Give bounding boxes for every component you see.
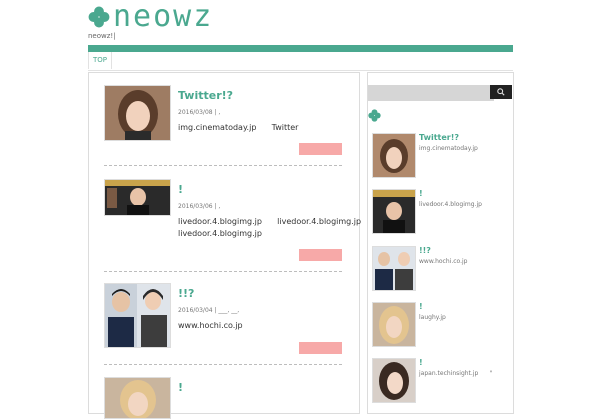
sidebar-heading xyxy=(368,107,381,126)
sidebar-thumbnail[interactable] xyxy=(372,133,416,178)
post-excerpt: img.cinematoday.jp Twitter xyxy=(178,123,299,132)
post-date: 2016/03/08 | , xyxy=(178,109,221,116)
post-title[interactable]: ! xyxy=(178,381,183,394)
post-date: 2016/03/06 | , xyxy=(178,203,221,210)
sidebar-thumbnail[interactable] xyxy=(372,358,416,403)
read-more-button[interactable] xyxy=(299,249,342,261)
post-card: ! 2016/03/06 | , livedoor.4.blogimg.jp l… xyxy=(104,179,361,272)
sidebar-post[interactable]: ! livedoor.4.blogimg.jp xyxy=(372,189,510,234)
sidebar-post[interactable]: ! laughy.jp xyxy=(372,302,510,347)
post-title[interactable]: Twitter!? xyxy=(178,89,233,102)
post-title[interactable]: ! xyxy=(178,183,183,196)
sidebar-thumbnail[interactable] xyxy=(372,189,416,234)
clover-icon xyxy=(368,109,381,122)
post-thumbnail[interactable] xyxy=(104,179,171,216)
read-more-button[interactable] xyxy=(299,342,342,354)
post-excerpt: www.hochi.co.jp xyxy=(178,321,243,330)
post-divider xyxy=(104,165,342,166)
post-card: ! xyxy=(104,377,344,419)
post-divider xyxy=(104,271,342,272)
sidebar-post[interactable]: ! japan.techinsight.jp " xyxy=(372,358,510,403)
post-divider xyxy=(104,364,342,365)
sidebar-post[interactable]: Twitter!? img.cinematoday.jp xyxy=(372,133,510,178)
clover-icon xyxy=(88,6,110,28)
sidebar-thumbnail[interactable] xyxy=(372,246,416,291)
search-form xyxy=(368,85,512,101)
sidebar-post-title[interactable]: ! xyxy=(419,358,423,367)
site-tagline: neowz!| xyxy=(88,32,116,40)
post-date: 2016/03/04 | ___, __, xyxy=(178,307,240,314)
search-icon xyxy=(497,88,505,96)
sidebar-post-source: japan.techinsight.jp " xyxy=(419,370,493,377)
post-card: Twitter!? 2016/03/08 | , img.cinematoday… xyxy=(104,85,344,167)
read-more-button[interactable] xyxy=(299,143,342,155)
sidebar-post-source: img.cinematoday.jp xyxy=(419,145,478,152)
sidebar-post-title[interactable]: Twitter!? xyxy=(419,133,459,142)
tab-top[interactable]: TOP xyxy=(88,52,113,69)
site-title: neowz xyxy=(113,0,214,34)
post-card: !!? 2016/03/04 | ___, __, www.hochi.co.j… xyxy=(104,283,344,373)
sidebar-post-source: laughy.jp xyxy=(419,314,446,321)
header-bar xyxy=(88,45,513,52)
sidebar: Twitter!? img.cinematoday.jp ! livedoor.… xyxy=(367,72,514,414)
post-excerpt: livedoor.4.blogimg.jp xyxy=(178,229,262,238)
sidebar-post-title[interactable]: !!? xyxy=(419,246,431,255)
post-thumbnail[interactable] xyxy=(104,283,171,348)
sidebar-post-source: livedoor.4.blogimg.jp xyxy=(419,201,482,208)
post-title[interactable]: !!? xyxy=(178,287,194,300)
sidebar-post-title[interactable]: ! xyxy=(419,302,423,311)
search-button[interactable] xyxy=(490,85,512,99)
sidebar-thumbnail[interactable] xyxy=(372,302,416,347)
sidebar-post[interactable]: !!? www.hochi.co.jp xyxy=(372,246,510,291)
post-thumbnail[interactable] xyxy=(104,85,171,141)
post-excerpt: livedoor.4.blogimg.jp livedoor.4.blogimg… xyxy=(178,217,362,226)
search-input[interactable] xyxy=(368,85,494,101)
sidebar-post-source: www.hochi.co.jp xyxy=(419,258,468,265)
nav-row: TOP xyxy=(88,52,513,71)
main-content: Twitter!? 2016/03/08 | , img.cinematoday… xyxy=(88,72,361,419)
site-logo[interactable]: neowz xyxy=(88,2,213,32)
post-thumbnail[interactable] xyxy=(104,377,171,419)
sidebar-post-title[interactable]: ! xyxy=(419,189,423,198)
